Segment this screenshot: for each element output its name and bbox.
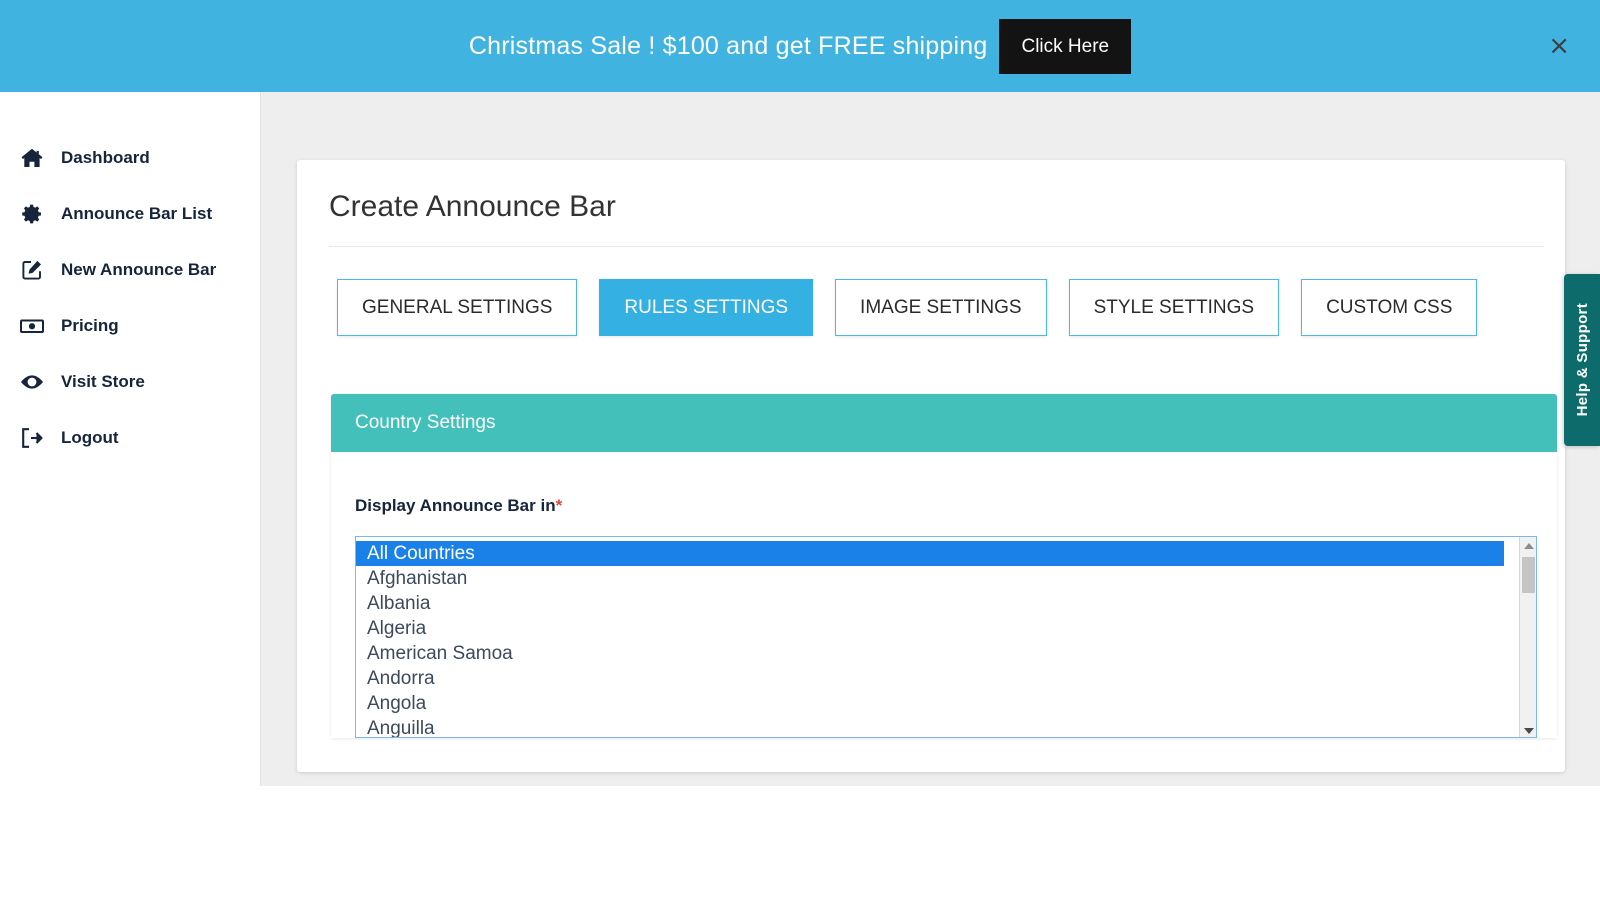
tab-image-settings[interactable]: IMAGE SETTINGS [835,279,1047,336]
help-and-support-label: Help & Support [1574,303,1591,416]
scroll-up-icon[interactable] [1520,537,1537,554]
list-item[interactable]: Afghanistan [356,566,1504,591]
scroll-down-icon[interactable] [1520,722,1537,738]
sidebar-item-dashboard[interactable]: Dashboard [0,130,260,186]
home-icon [18,144,46,172]
sidebar-item-logout[interactable]: Logout [0,410,260,466]
tab-custom-css[interactable]: CUSTOM CSS [1301,279,1477,336]
list-item[interactable]: Anguilla [356,716,1504,738]
settings-tabs: GENERAL SETTINGS RULES SETTINGS IMAGE SE… [329,247,1533,336]
tab-general-settings[interactable]: GENERAL SETTINGS [337,279,577,336]
list-item[interactable]: American Samoa [356,641,1504,666]
sign-out-icon [18,424,46,452]
announcement-cta-button[interactable]: Click Here [999,19,1131,74]
required-marker: * [556,496,563,515]
sidebar-item-pricing[interactable]: Pricing [0,298,260,354]
country-settings-panel: Country Settings Display Announce Bar in… [331,394,1557,738]
tab-style-settings[interactable]: STYLE SETTINGS [1069,279,1279,336]
gear-icon [18,200,46,228]
country-option-list: All Countries Afghanistan Albania Algeri… [356,541,1504,738]
close-icon[interactable]: × [1548,33,1570,59]
sidebar-item-visit-store[interactable]: Visit Store [0,354,260,410]
announcement-message: Christmas Sale ! $100 and get FREE shipp… [469,32,1000,61]
sidebar-item-new-announce-bar[interactable]: New Announce Bar [0,242,260,298]
sidebar: Dashboard Announce Bar List New Announce… [0,92,261,786]
country-select[interactable]: All Countries Afghanistan Albania Algeri… [355,536,1537,738]
display-announce-bar-in-label: Display Announce Bar in* [355,496,1533,516]
sidebar-item-label: New Announce Bar [61,260,216,280]
list-item[interactable]: Andorra [356,666,1504,691]
sidebar-item-announce-bar-list[interactable]: Announce Bar List [0,186,260,242]
announcement-content: Christmas Sale ! $100 and get FREE shipp… [469,19,1131,74]
eye-icon [18,368,46,396]
sidebar-item-label: Logout [61,428,119,448]
help-and-support-tab[interactable]: Help & Support [1564,274,1600,446]
create-announce-bar-card: Create Announce Bar GENERAL SETTINGS RUL… [297,160,1565,772]
sidebar-item-label: Pricing [61,316,119,336]
sidebar-item-label: Dashboard [61,148,150,168]
panel-title: Country Settings [331,394,1557,452]
country-select-scrollbar[interactable] [1519,537,1536,738]
content-area: Create Announce Bar GENERAL SETTINGS RUL… [261,92,1600,786]
list-item[interactable]: Angola [356,691,1504,716]
scrollbar-thumb[interactable] [1522,557,1535,593]
list-item[interactable]: Algeria [356,616,1504,641]
sidebar-item-label: Announce Bar List [61,204,212,224]
panel-body: Display Announce Bar in* All Countries A… [331,452,1557,738]
sidebar-item-label: Visit Store [61,372,145,392]
money-bill-icon [18,312,46,340]
tab-rules-settings[interactable]: RULES SETTINGS [599,279,813,336]
pencil-square-icon [18,256,46,284]
app-root: Christmas Sale ! $100 and get FREE shipp… [0,0,1600,900]
list-item[interactable]: Albania [356,591,1504,616]
announcement-bar: Christmas Sale ! $100 and get FREE shipp… [0,0,1600,92]
page-title: Create Announce Bar [329,190,1533,246]
field-label-text: Display Announce Bar in [355,496,556,515]
list-item[interactable]: All Countries [356,541,1504,566]
